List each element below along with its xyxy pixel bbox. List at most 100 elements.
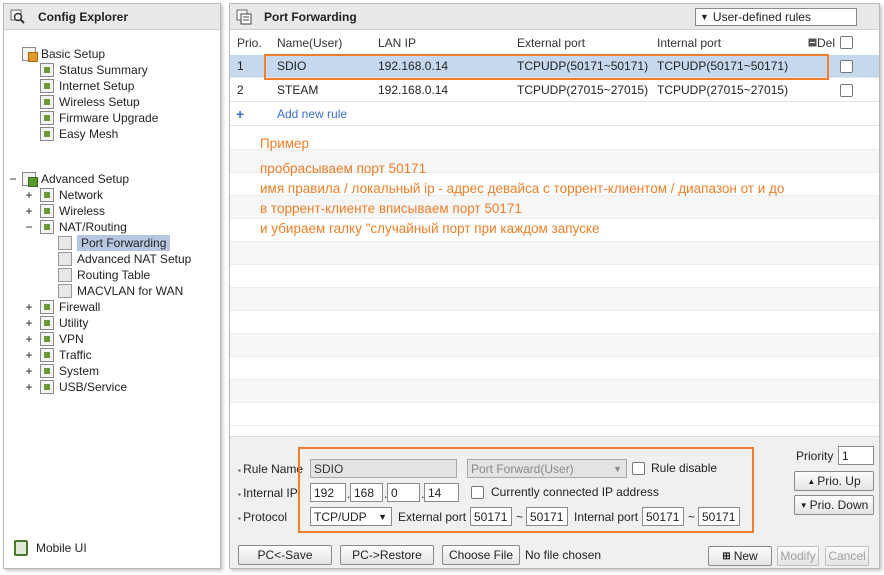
usb-icon xyxy=(40,380,54,394)
tree-label: Basic Setup xyxy=(41,47,106,61)
empty-row xyxy=(230,334,879,357)
new-label: New xyxy=(733,549,758,563)
expand-plus-icon[interactable]: + xyxy=(24,347,34,363)
cancel-button[interactable]: Cancel xyxy=(825,546,869,566)
tree-firmware-upgrade[interactable]: Firmware Upgrade xyxy=(40,110,158,126)
triangle-up-icon: ▲ xyxy=(807,476,816,486)
empty-row xyxy=(230,311,879,334)
modify-label: Modify xyxy=(780,549,816,563)
collapse-minus-icon[interactable]: − xyxy=(24,219,34,235)
rule-name: STEAM xyxy=(277,83,319,97)
empty-row xyxy=(230,288,879,311)
empty-row xyxy=(230,127,879,150)
tree-internet-setup[interactable]: Internet Setup xyxy=(40,78,134,94)
table-row[interactable]: 2 STEAM 192.168.0.14 TCPUDP(27015~27015)… xyxy=(230,79,879,102)
pc-restore-label: PC->Restore xyxy=(352,548,422,562)
add-new-rule-link[interactable]: Add new rule xyxy=(277,107,347,121)
select-all-checkbox[interactable] xyxy=(840,36,853,49)
tree-label: Easy Mesh xyxy=(59,127,119,141)
plus-icon: ⊞ xyxy=(722,550,731,562)
modify-button[interactable]: Modify xyxy=(777,546,819,566)
tree-wireless-setup[interactable]: Wireless Setup xyxy=(40,94,140,110)
col-lan-ip: LAN IP xyxy=(378,35,417,50)
tree-traffic[interactable]: + Traffic xyxy=(24,347,92,363)
tree-utility[interactable]: + Utility xyxy=(24,315,88,331)
collapse-minus-icon[interactable]: − xyxy=(8,171,18,187)
expand-plus-icon[interactable]: + xyxy=(24,299,34,315)
tree-routing-table[interactable]: Routing Table xyxy=(58,267,150,283)
highlight-rule-form xyxy=(298,447,754,533)
config-explorer-panel: Config Explorer Basic Setup Status Summa… xyxy=(3,3,221,569)
folder-icon xyxy=(22,47,38,62)
config-explorer-title: Config Explorer xyxy=(38,9,129,24)
tree-easy-mesh[interactable]: Easy Mesh xyxy=(40,126,118,142)
choose-file-label: Choose File xyxy=(448,548,514,562)
tree-advanced-nat-setup[interactable]: Advanced NAT Setup xyxy=(58,251,191,267)
tree-label: Wireless Setup xyxy=(59,95,140,109)
tree-label: Advanced NAT Setup xyxy=(77,252,192,266)
pc-save-button[interactable]: PC<-Save xyxy=(238,545,332,565)
mobile-ui-link[interactable]: Mobile UI xyxy=(14,540,87,556)
new-button[interactable]: ⊞ New xyxy=(708,546,772,566)
tree-firewall[interactable]: + Firewall xyxy=(24,299,100,315)
port-forwarding-header: Port Forwarding ▼ User-defined rules xyxy=(230,4,879,30)
tree-label: Traffic xyxy=(59,348,92,362)
rule-internal-port: TCPUDP(27015~27015) xyxy=(657,83,789,97)
tree-macvlan-wan[interactable]: MACVLAN for WAN xyxy=(58,283,183,299)
empty-row xyxy=(230,403,879,426)
expand-plus-icon[interactable]: + xyxy=(24,331,34,347)
expand-plus-icon[interactable]: + xyxy=(24,363,34,379)
prio-down-button[interactable]: ▼ Prio. Down xyxy=(794,495,874,515)
priority-value: 1 xyxy=(842,448,849,463)
delete-icon xyxy=(808,38,817,47)
add-rule-row[interactable]: + Add new rule xyxy=(230,103,879,126)
rules-filter-select[interactable]: ▼ User-defined rules xyxy=(695,7,857,26)
highlight-selected-rule xyxy=(264,54,829,80)
annotation-line: пробрасываем порт 50171 xyxy=(260,161,427,176)
rule-delete-checkbox[interactable] xyxy=(840,60,853,73)
expand-plus-icon[interactable]: + xyxy=(24,315,34,331)
prio-up-button[interactable]: ▲ Prio. Up xyxy=(794,471,874,491)
tree-basic-setup[interactable]: Basic Setup xyxy=(22,46,105,62)
tree-network[interactable]: + Network xyxy=(24,187,103,203)
page-title: Port Forwarding xyxy=(264,9,357,24)
col-external-port: External port xyxy=(517,35,586,50)
rule-name-label: Rule Name xyxy=(238,462,303,476)
tree-label: Advanced Setup xyxy=(41,172,130,186)
rule-lan-ip: 192.168.0.14 xyxy=(378,83,449,97)
wifi-icon xyxy=(40,95,54,109)
tree-label: System xyxy=(59,364,100,378)
tree-status-summary[interactable]: Status Summary xyxy=(40,62,148,78)
tree-nat-routing[interactable]: − NAT/Routing xyxy=(24,219,127,235)
rule-delete-checkbox[interactable] xyxy=(840,84,853,97)
choose-file-button[interactable]: Choose File xyxy=(442,545,520,565)
port-forwarding-icon xyxy=(236,9,252,25)
traffic-icon xyxy=(40,348,54,362)
tree-usb-service[interactable]: + USB/Service xyxy=(24,379,127,395)
tree-port-forwarding[interactable]: Port Forwarding xyxy=(58,235,171,251)
col-internal-port: Internal port xyxy=(657,35,722,50)
tree-advanced-setup[interactable]: − Advanced Setup xyxy=(8,171,129,187)
priority-input[interactable]: 1 xyxy=(838,446,874,465)
tree-vpn[interactable]: + VPN xyxy=(24,331,84,347)
page-icon xyxy=(58,268,72,282)
col-name: Name(User) xyxy=(277,35,343,50)
network-icon xyxy=(40,188,54,202)
expand-plus-icon[interactable]: + xyxy=(24,187,34,203)
triangle-down-icon: ▼ xyxy=(799,500,808,510)
vpn-icon xyxy=(40,332,54,346)
tree-label: USB/Service xyxy=(59,380,128,394)
tree-wireless[interactable]: + Wireless xyxy=(24,203,105,219)
col-del: Del xyxy=(808,36,835,50)
pc-restore-button[interactable]: PC->Restore xyxy=(340,545,434,565)
tree-label: Network xyxy=(59,188,104,202)
empty-row xyxy=(230,265,879,288)
internal-ip-label: Internal IP xyxy=(238,486,298,500)
lock-icon xyxy=(40,300,54,314)
tree-label: Firewall xyxy=(59,300,101,314)
protocol-label: Protocol xyxy=(238,510,287,524)
expand-plus-icon[interactable]: + xyxy=(24,203,34,219)
tree-system[interactable]: + System xyxy=(24,363,99,379)
expand-plus-icon[interactable]: + xyxy=(24,379,34,395)
rule-external-port: TCPUDP(27015~27015) xyxy=(517,83,649,97)
